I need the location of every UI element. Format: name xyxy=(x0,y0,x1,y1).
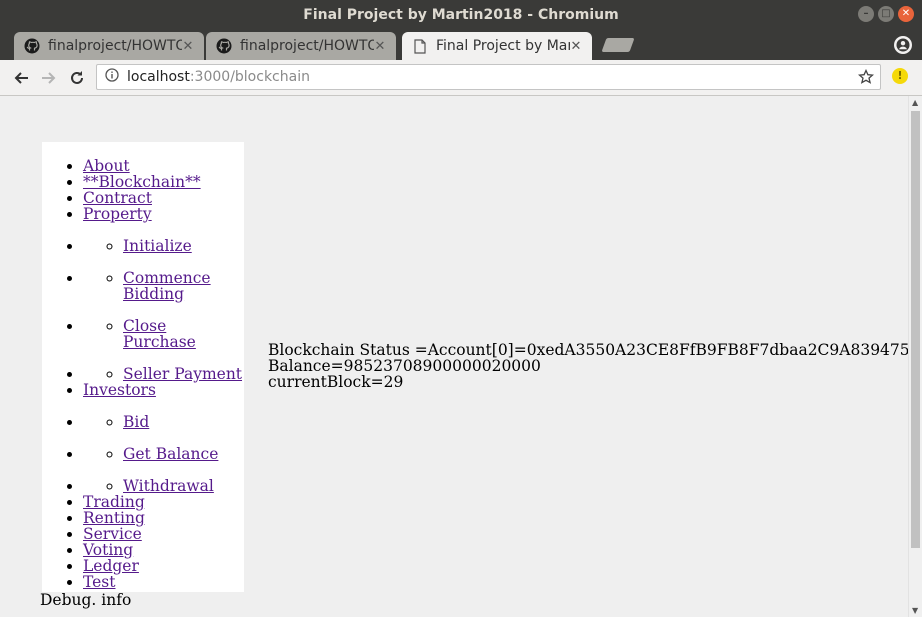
tab-strip: finalproject/HOWTO ✕ finalproject/HOWTO … xyxy=(0,30,922,60)
page-scrollbar[interactable]: ▲ ▼ xyxy=(908,96,922,617)
blockchain-status: Blockchain Status =Account[0]=0xedA3550A… xyxy=(268,342,908,390)
nav-group-property-close: Close Purchase xyxy=(83,318,244,350)
status-balance-line: Balance=98523708900000020000 xyxy=(268,357,541,375)
new-tab-button[interactable] xyxy=(601,38,635,52)
github-icon xyxy=(216,38,232,54)
nav-group-investors-withdrawal: Withdrawal xyxy=(83,478,244,494)
nav-link-property[interactable]: Property xyxy=(83,205,152,223)
nav-item-test: Test xyxy=(83,574,244,590)
nav-subitem-initialize: Initialize xyxy=(123,238,244,254)
nav-item-contract: Contract xyxy=(83,190,244,206)
browser-toolbar: localhost:3000/blockchain xyxy=(0,60,922,96)
nav-subitem-withdrawal: Withdrawal xyxy=(123,478,244,494)
profile-icon[interactable] xyxy=(894,36,912,54)
nav-subitem-seller-payment: Seller Payment xyxy=(123,366,244,382)
nav-group-investors-balance: Get Balance xyxy=(83,446,244,462)
nav-item-trading: Trading xyxy=(83,494,244,510)
nav-item-service: Service xyxy=(83,526,244,542)
page-icon xyxy=(412,38,428,54)
nav-subitem-bid: Bid xyxy=(123,414,244,430)
nav-link-bid[interactable]: Bid xyxy=(123,413,149,431)
nav-item-ledger: Ledger xyxy=(83,558,244,574)
reload-icon[interactable] xyxy=(65,66,89,90)
nav-item-renting: Renting xyxy=(83,510,244,526)
tab-close-icon[interactable]: ✕ xyxy=(182,39,194,54)
nav-item-voting: Voting xyxy=(83,542,244,558)
nav-group-investors-bid: Bid xyxy=(83,414,244,430)
back-icon[interactable] xyxy=(9,66,33,90)
minimize-icon[interactable]: – xyxy=(858,6,874,22)
nav-group-property-seller: Seller Payment xyxy=(83,366,244,382)
url-host: localhost xyxy=(127,69,190,85)
nav-subitem-commence-bidding: Commence Bidding xyxy=(123,270,244,302)
sidebar-nav: About **Blockchain** Contract Property I… xyxy=(42,142,244,592)
nav-item-property: Property xyxy=(83,206,244,222)
nav-link-get-balance[interactable]: Get Balance xyxy=(123,445,218,463)
tab-final-project[interactable]: Final Project by Martin ✕ xyxy=(402,32,592,60)
nav-group-property-initialize: Initialize xyxy=(83,238,244,254)
tab-close-icon[interactable]: ✕ xyxy=(570,39,582,54)
tab-close-icon[interactable]: ✕ xyxy=(374,39,386,54)
tab-title: finalproject/HOWTO xyxy=(240,38,374,54)
address-bar[interactable]: localhost:3000/blockchain xyxy=(96,64,881,90)
status-account-line: Blockchain Status =Account[0]=0xedA3550A… xyxy=(268,341,908,359)
scroll-down-icon[interactable]: ▼ xyxy=(912,606,918,615)
maximize-icon[interactable]: □ xyxy=(878,6,894,22)
scrollbar-thumb[interactable] xyxy=(911,111,920,548)
nav-link-initialize[interactable]: Initialize xyxy=(123,237,192,255)
nav-subitem-close-purchase: Close Purchase xyxy=(123,318,244,350)
nav-item-investors: Investors xyxy=(83,382,244,398)
nav-link-test[interactable]: Test xyxy=(83,573,116,591)
bookmark-star-icon[interactable] xyxy=(857,68,875,89)
nav-link-close-purchase[interactable]: Close Purchase xyxy=(123,317,196,351)
url-path: :3000/blockchain xyxy=(189,69,310,85)
extension-warning-icon[interactable]: ! xyxy=(892,68,908,84)
info-icon[interactable] xyxy=(105,68,119,86)
nav-group-property-commence: Commence Bidding xyxy=(83,270,244,302)
close-window-icon[interactable]: ✕ xyxy=(898,6,914,22)
nav-item-about: About xyxy=(83,158,244,174)
debug-info-label: Debug. info xyxy=(40,591,132,609)
window-controls: – □ ✕ xyxy=(858,6,914,22)
status-block-line: currentBlock=29 xyxy=(268,373,404,391)
nav-link-investors[interactable]: Investors xyxy=(83,381,156,399)
tab-title: finalproject/HOWTO xyxy=(48,38,182,54)
nav-link-commence-bidding[interactable]: Commence Bidding xyxy=(123,269,211,303)
window-title-bar: Final Project by Martin2018 - Chromium –… xyxy=(0,0,922,30)
github-icon xyxy=(24,38,40,54)
tab-github-2[interactable]: finalproject/HOWTO ✕ xyxy=(206,32,396,60)
forward-icon[interactable] xyxy=(37,66,61,90)
scroll-up-icon[interactable]: ▲ xyxy=(912,98,918,107)
nav-item-blockchain: **Blockchain** xyxy=(83,174,244,190)
nav-subitem-get-balance: Get Balance xyxy=(123,446,244,462)
nav-list: About **Blockchain** Contract Property I… xyxy=(42,158,244,590)
window-title: Final Project by Martin2018 - Chromium xyxy=(303,7,619,23)
tab-github-1[interactable]: finalproject/HOWTO ✕ xyxy=(14,32,204,60)
tab-title: Final Project by Martin xyxy=(436,38,570,54)
page-viewport: About **Blockchain** Contract Property I… xyxy=(0,96,908,617)
